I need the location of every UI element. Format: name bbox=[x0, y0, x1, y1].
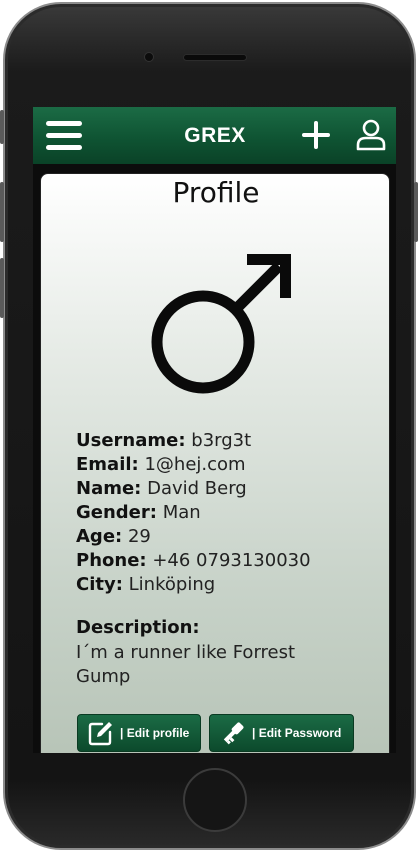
field-value: 29 bbox=[127, 526, 151, 547]
app-title: GREX bbox=[184, 124, 246, 147]
field-label: Age: bbox=[76, 526, 123, 547]
edit-profile-label: | Edit profile bbox=[120, 726, 190, 740]
edit-password-button[interactable]: | Edit Password bbox=[209, 714, 354, 752]
key-icon bbox=[220, 720, 246, 746]
description-label: Description: bbox=[76, 617, 200, 638]
field-value: Linköping bbox=[128, 574, 216, 595]
field-value: Man bbox=[162, 502, 201, 523]
edit-password-label: | Edit Password bbox=[252, 726, 342, 740]
field-value: David Berg bbox=[147, 478, 247, 499]
field-value: b3rg3t bbox=[191, 430, 252, 451]
male-symbol-icon bbox=[149, 254, 291, 396]
gender-row: Gender: Man bbox=[76, 501, 376, 525]
field-label: Username: bbox=[76, 430, 186, 451]
profile-info-list: Username: b3rg3t Email: 1@hej.com Name: … bbox=[76, 429, 376, 597]
field-label: Name: bbox=[76, 478, 142, 499]
field-label: Email: bbox=[76, 454, 139, 475]
phone-row: Phone: +46 0793130030 bbox=[76, 549, 376, 573]
phone-frame: GREX Profile Username: b3rg3t Email: 1@h… bbox=[3, 2, 416, 850]
edit-profile-button[interactable]: | Edit profile bbox=[77, 714, 201, 752]
name-row: Name: David Berg bbox=[76, 477, 376, 501]
field-label: Gender: bbox=[76, 502, 157, 523]
hamburger-menu-icon[interactable] bbox=[46, 121, 82, 153]
city-row: City: Linköping bbox=[76, 573, 376, 597]
volume-up-button bbox=[0, 182, 4, 242]
earpiece-speaker bbox=[183, 54, 247, 61]
profile-card: Profile Username: b3rg3t Email: 1@hej.co… bbox=[40, 173, 390, 753]
home-button[interactable] bbox=[183, 768, 247, 832]
volume-down-button bbox=[0, 258, 4, 318]
user-icon[interactable] bbox=[356, 119, 386, 151]
field-value: +46 0793130030 bbox=[152, 550, 311, 571]
field-label: Phone: bbox=[76, 550, 147, 571]
mute-switch bbox=[0, 110, 4, 144]
power-button bbox=[414, 182, 418, 242]
field-value: 1@hej.com bbox=[144, 454, 246, 475]
email-row: Email: 1@hej.com bbox=[76, 453, 376, 477]
field-label: City: bbox=[76, 574, 123, 595]
phone-screen: GREX Profile Username: b3rg3t Email: 1@h… bbox=[33, 107, 396, 753]
plus-icon[interactable] bbox=[302, 121, 330, 149]
username-row: Username: b3rg3t bbox=[76, 429, 376, 453]
description-text: I´m a runner like Forrest Gump bbox=[76, 642, 296, 687]
top-navbar: GREX bbox=[33, 107, 396, 164]
age-row: Age: 29 bbox=[76, 525, 376, 549]
page-title: Profile bbox=[172, 176, 260, 209]
front-camera bbox=[144, 52, 154, 62]
edit-icon bbox=[88, 720, 114, 746]
